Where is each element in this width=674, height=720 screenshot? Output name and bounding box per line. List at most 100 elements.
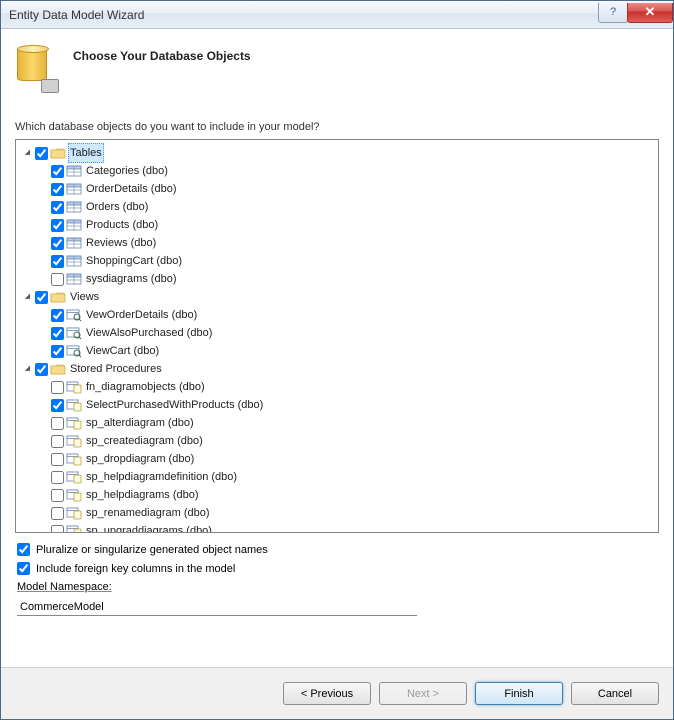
- tree-checkbox[interactable]: [51, 381, 64, 394]
- tree-node-stored-procedure[interactable]: ▸sp_alterdiagram (dbo): [38, 414, 656, 432]
- tree-group-label: Stored Procedures: [68, 360, 164, 378]
- stored-procedure-icon: [66, 524, 82, 533]
- tree-node-stored-procedure[interactable]: ▸sp_dropdiagram (dbo): [38, 450, 656, 468]
- tree-group-label: Tables: [68, 143, 104, 163]
- tree-node-label: ShoppingCart (dbo): [84, 252, 184, 270]
- tree-node-stored-procedure[interactable]: ▸fn_diagramobjects (dbo): [38, 378, 656, 396]
- cancel-button[interactable]: Cancel: [571, 682, 659, 705]
- tree-node-label: sp_dropdiagram (dbo): [84, 450, 196, 468]
- table-icon: [66, 236, 82, 250]
- foreign-keys-option[interactable]: Include foreign key columns in the model: [17, 562, 657, 575]
- tree-checkbox[interactable]: [51, 183, 64, 196]
- table-icon: [66, 200, 82, 214]
- tree-node-stored-procedure[interactable]: ▸sp_renamediagram (dbo): [38, 504, 656, 522]
- finish-button[interactable]: Finish: [475, 682, 563, 705]
- folder-icon: [50, 362, 66, 376]
- tree-node-label: OrderDetails (dbo): [84, 180, 178, 198]
- tree-checkbox[interactable]: [51, 453, 64, 466]
- tree-node-label: ViewCart (dbo): [84, 342, 161, 360]
- tree-node-table[interactable]: ▸ShoppingCart (dbo): [38, 252, 656, 270]
- tree-node-table[interactable]: ▸Products (dbo): [38, 216, 656, 234]
- tree-node-stored-procedure[interactable]: ▸SelectPurchasedWithProducts (dbo): [38, 396, 656, 414]
- tree-node-table[interactable]: ▸OrderDetails (dbo): [38, 180, 656, 198]
- tree-checkbox[interactable]: [51, 219, 64, 232]
- tree-node-label: Categories (dbo): [84, 162, 170, 180]
- tree-checkbox[interactable]: [51, 399, 64, 412]
- tree-checkbox[interactable]: [51, 309, 64, 322]
- tree-checkbox[interactable]: [51, 255, 64, 268]
- table-icon: [66, 218, 82, 232]
- pluralize-option[interactable]: Pluralize or singularize generated objec…: [17, 543, 657, 556]
- tree-checkbox[interactable]: [35, 291, 48, 304]
- pluralize-checkbox[interactable]: [17, 543, 30, 556]
- tree-checkbox[interactable]: [35, 147, 48, 160]
- tree-node-table[interactable]: ▸sysdiagrams (dbo): [38, 270, 656, 288]
- tree-checkbox[interactable]: [51, 417, 64, 430]
- tree-checkbox[interactable]: [51, 489, 64, 502]
- tree-node-label: sp_upgraddiagrams (dbo): [84, 522, 214, 533]
- namespace-input[interactable]: [17, 599, 417, 616]
- tree-checkbox[interactable]: [51, 237, 64, 250]
- expander-icon[interactable]: ◢: [22, 148, 33, 159]
- tree-checkbox[interactable]: [51, 435, 64, 448]
- tree-checkbox[interactable]: [51, 165, 64, 178]
- tree-checkbox[interactable]: [35, 363, 48, 376]
- tree-checkbox[interactable]: [51, 327, 64, 340]
- tree-group-tables[interactable]: ◢ Tables: [22, 144, 656, 162]
- wizard-header: Choose Your Database Objects: [15, 45, 659, 93]
- tree-node-stored-procedure[interactable]: ▸sp_helpdiagrams (dbo): [38, 486, 656, 504]
- tree-checkbox[interactable]: [51, 273, 64, 286]
- tree-group-stored-procedures[interactable]: ◢ Stored Procedures: [22, 360, 656, 378]
- namespace-label: Model Namespace:: [17, 581, 657, 593]
- stored-procedure-icon: [66, 488, 82, 502]
- tree-node-label: ViewAlsoPurchased (dbo): [84, 324, 214, 342]
- stored-procedure-icon: [66, 470, 82, 484]
- help-button[interactable]: ?: [598, 3, 628, 23]
- table-icon: [66, 164, 82, 178]
- tree-checkbox[interactable]: [51, 201, 64, 214]
- options-section: Pluralize or singularize generated objec…: [15, 533, 659, 620]
- objects-tree[interactable]: ◢ Tables▸Categories (dbo)▸OrderDetails (d…: [15, 139, 659, 533]
- window-title: Entity Data Model Wizard: [9, 8, 599, 22]
- pluralize-label: Pluralize or singularize generated objec…: [36, 544, 268, 556]
- folder-icon: [50, 290, 66, 304]
- stored-procedure-icon: [66, 506, 82, 520]
- tree-checkbox[interactable]: [51, 507, 64, 520]
- stored-procedure-icon: [66, 380, 82, 394]
- table-icon: [66, 254, 82, 268]
- folder-icon: [50, 146, 66, 160]
- wizard-content: Choose Your Database Objects Which datab…: [1, 29, 673, 667]
- table-icon: [66, 182, 82, 196]
- expander-icon[interactable]: ◢: [22, 292, 33, 303]
- tree-node-label: sp_renamediagram (dbo): [84, 504, 212, 522]
- tree-node-stored-procedure[interactable]: ▸sp_helpdiagramdefinition (dbo): [38, 468, 656, 486]
- tree-node-table[interactable]: ▸Categories (dbo): [38, 162, 656, 180]
- tree-node-label: sp_helpdiagrams (dbo): [84, 486, 201, 504]
- tree-node-label: fn_diagramobjects (dbo): [84, 378, 207, 396]
- previous-button[interactable]: < Previous: [283, 682, 371, 705]
- tree-node-label: Reviews (dbo): [84, 234, 158, 252]
- view-icon: [66, 326, 82, 340]
- stored-procedure-icon: [66, 434, 82, 448]
- tree-node-stored-procedure[interactable]: ▸sp_creatediagram (dbo): [38, 432, 656, 450]
- close-button[interactable]: ✕: [627, 3, 673, 23]
- page-heading: Choose Your Database Objects: [73, 45, 251, 63]
- prompt-text: Which database objects do you want to in…: [15, 121, 659, 133]
- tree-node-table[interactable]: ▸Reviews (dbo): [38, 234, 656, 252]
- tree-node-label: SelectPurchasedWithProducts (dbo): [84, 396, 265, 414]
- tree-checkbox[interactable]: [51, 345, 64, 358]
- tree-node-label: Products (dbo): [84, 216, 160, 234]
- tree-node-stored-procedure[interactable]: ▸sp_upgraddiagrams (dbo): [38, 522, 656, 533]
- stored-procedure-icon: [66, 416, 82, 430]
- foreign-keys-checkbox[interactable]: [17, 562, 30, 575]
- tree-node-view[interactable]: ▸VewOrderDetails (dbo): [38, 306, 656, 324]
- tree-node-table[interactable]: ▸Orders (dbo): [38, 198, 656, 216]
- tree-group-views[interactable]: ◢Views: [22, 288, 656, 306]
- expander-icon[interactable]: ◢: [22, 364, 33, 375]
- titlebar[interactable]: Entity Data Model Wizard ? ✕: [1, 1, 673, 29]
- tree-checkbox[interactable]: [51, 471, 64, 484]
- tree-node-view[interactable]: ▸ViewCart (dbo): [38, 342, 656, 360]
- tree-node-label: Orders (dbo): [84, 198, 150, 216]
- tree-node-view[interactable]: ▸ViewAlsoPurchased (dbo): [38, 324, 656, 342]
- tree-checkbox[interactable]: [51, 525, 64, 534]
